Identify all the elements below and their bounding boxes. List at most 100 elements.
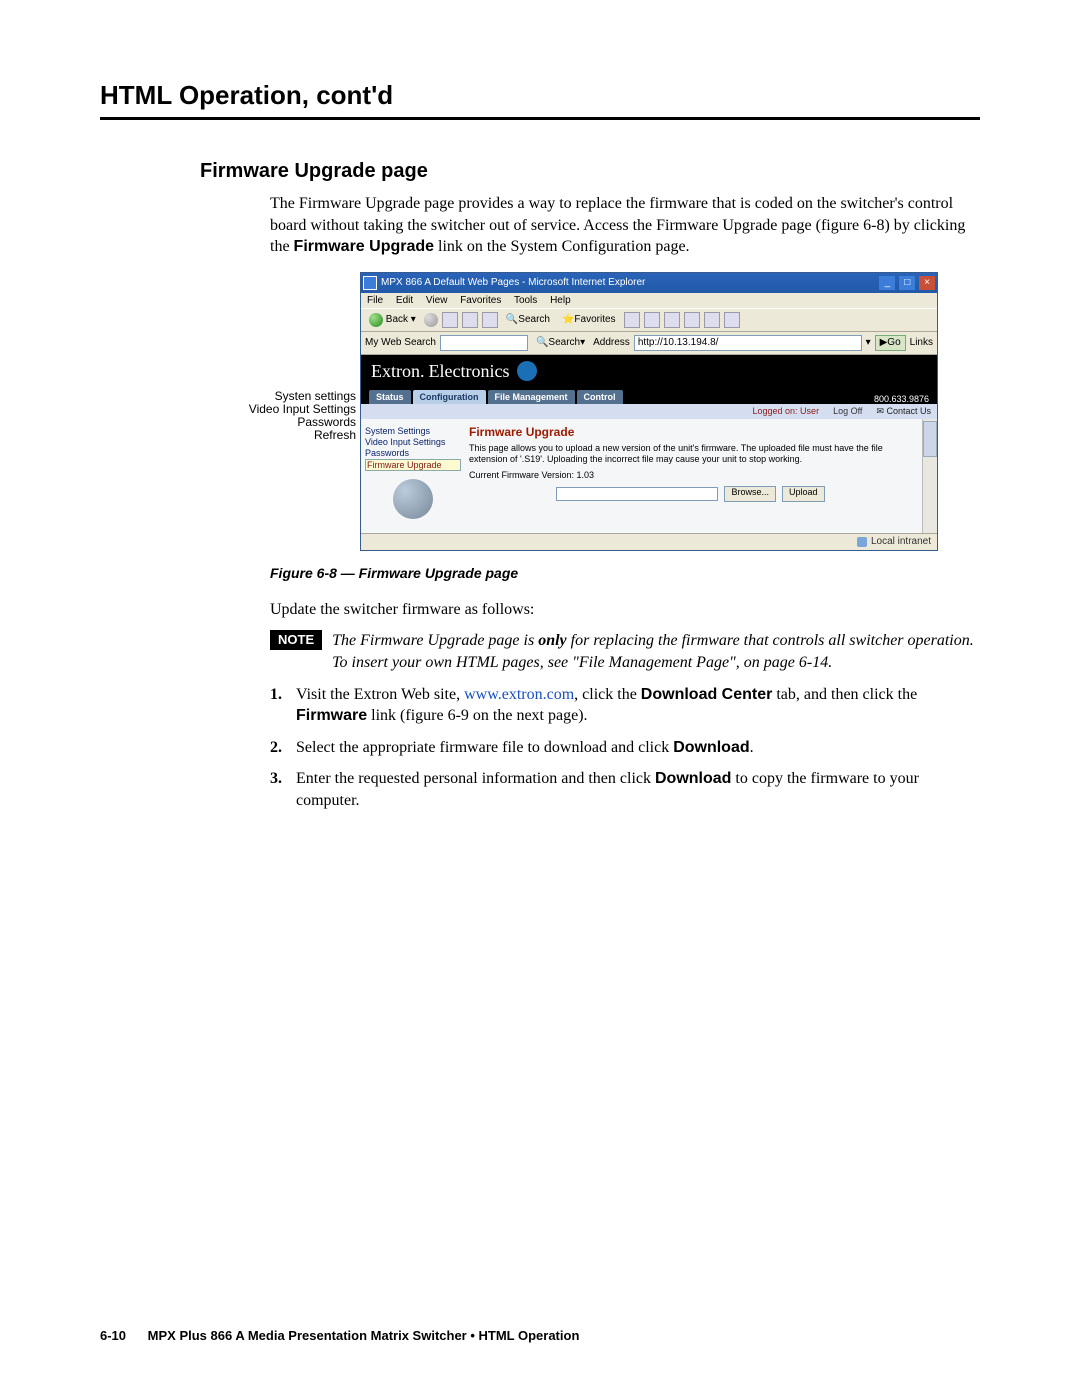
history-button[interactable] — [644, 312, 660, 328]
step-3-a: Enter the requested personal information… — [296, 770, 655, 787]
menu-view[interactable]: View — [426, 295, 448, 306]
download-bold-3: Download — [655, 770, 731, 787]
upload-form: Browse... Upload — [469, 486, 912, 502]
logged-on-label: Logged on: User — [753, 406, 820, 417]
address-input[interactable]: http://10.13.194.8/ — [634, 335, 862, 351]
step-2-number: 2. — [270, 737, 296, 759]
step-1-d: link (figure 6-9 on the next page). — [367, 707, 587, 724]
step-3: 3. Enter the requested personal informat… — [270, 768, 980, 811]
discuss-button[interactable] — [724, 312, 740, 328]
back-label: Back — [386, 314, 408, 325]
step-2-b: . — [750, 739, 754, 756]
home-button[interactable] — [482, 312, 498, 328]
step-2: 2. Select the appropriate firmware file … — [270, 737, 980, 759]
note-text: The Firmware Upgrade page is only for re… — [332, 630, 980, 673]
file-path-input[interactable] — [556, 487, 718, 501]
mail-button[interactable] — [664, 312, 680, 328]
maximize-button[interactable]: □ — [899, 276, 915, 290]
zone-icon — [857, 537, 867, 547]
step-3-text: Enter the requested personal information… — [296, 768, 980, 811]
menu-file[interactable]: File — [367, 295, 383, 306]
go-button[interactable]: ▶ Go — [875, 335, 906, 351]
firmware-version-label: Current Firmware Version: 1.03 — [469, 470, 912, 480]
contact-us-link[interactable]: ✉ Contact Us — [876, 406, 931, 417]
menu-help[interactable]: Help — [550, 295, 571, 306]
ie-icon — [363, 276, 377, 290]
scrollbar-thumb[interactable] — [923, 421, 937, 457]
search-button[interactable]: 🔍 Search — [502, 311, 554, 329]
extron-link[interactable]: www.extron.com — [464, 686, 574, 703]
mywebsearch-label: My Web Search — [365, 337, 436, 348]
browser-window: MPX 866 A Default Web Pages - Microsoft … — [360, 272, 938, 551]
forward-button[interactable] — [424, 313, 438, 327]
browse-button[interactable]: Browse... — [724, 486, 776, 502]
favorites-label: Favorites — [574, 314, 615, 325]
figure-6-8: Systen settings Video Input Settings Pas… — [230, 272, 980, 551]
menu-edit[interactable]: Edit — [396, 295, 413, 306]
security-zone-label: Local intranet — [871, 536, 931, 547]
download-bold-2: Download — [673, 739, 749, 756]
brand-name: Extron — [371, 361, 420, 382]
tab-control[interactable]: Control — [577, 390, 623, 404]
title-bar: MPX 866 A Default Web Pages - Microsoft … — [361, 273, 937, 293]
note-only: only — [538, 632, 566, 649]
info-strip: Logged on: User Log Off ✉ Contact Us — [361, 404, 937, 419]
tab-configuration[interactable]: Configuration — [413, 390, 486, 404]
links-label[interactable]: Links — [910, 337, 933, 348]
address-dropdown[interactable]: ▾ — [866, 337, 871, 348]
close-button[interactable]: × — [919, 276, 935, 290]
note-pre: The Firmware Upgrade page is — [332, 632, 538, 649]
psearch-button[interactable]: 🔍Search ▾ — [532, 334, 589, 352]
step-2-a: Select the appropriate firmware file to … — [296, 739, 673, 756]
page-footer: 6-10 MPX Plus 866 A Media Presentation M… — [100, 1328, 980, 1343]
tab-status[interactable]: Status — [369, 390, 411, 404]
refresh-button[interactable] — [462, 312, 478, 328]
psearch-label: Search — [548, 337, 580, 348]
window-buttons: _ □ × — [878, 276, 935, 290]
step-1-a: Visit the Extron Web site, — [296, 686, 464, 703]
globe-icon — [393, 479, 433, 519]
favorites-button[interactable]: ⭐ Favorites — [558, 311, 620, 329]
steps-list: 1. Visit the Extron Web site, www.extron… — [270, 684, 980, 812]
print-button[interactable] — [684, 312, 700, 328]
phone-number: 800.633.9876 — [874, 394, 929, 404]
sidebar-item-video-input-settings[interactable]: Video Input Settings — [365, 437, 461, 447]
sidebar-item-passwords[interactable]: Passwords — [365, 448, 461, 458]
sidebar-item-firmware-upgrade[interactable]: Firmware Upgrade — [365, 459, 461, 471]
sidebar-item-system-settings[interactable]: System Settings — [365, 426, 461, 436]
menu-tools[interactable]: Tools — [514, 295, 537, 306]
intro-text-b: link on the System Configuration page. — [434, 238, 690, 255]
minimize-button[interactable]: _ — [879, 276, 895, 290]
toolbar: Back ▾ 🔍 Search ⭐ Favorites — [361, 308, 937, 332]
download-center-bold: Download Center — [641, 686, 773, 703]
note-badge: NOTE — [270, 630, 322, 650]
contact-label: Contact Us — [886, 406, 931, 416]
window-title: MPX 866 A Default Web Pages - Microsoft … — [381, 277, 878, 288]
tab-file-management[interactable]: File Management — [488, 390, 575, 404]
sidebar: System Settings Video Input Settings Pas… — [361, 419, 465, 533]
main-panel: Firmware Upgrade This page allows you to… — [465, 419, 922, 533]
back-button[interactable]: Back ▾ — [365, 311, 420, 329]
callout-labels: Systen settings Video Input Settings Pas… — [230, 390, 356, 443]
brand-sub: Electronics — [429, 361, 510, 382]
callout-refresh: Refresh — [230, 429, 356, 442]
address-value: http://10.13.194.8/ — [638, 337, 719, 348]
mywebsearch-input[interactable] — [440, 335, 528, 351]
edit-button[interactable] — [704, 312, 720, 328]
step-1-number: 1. — [270, 684, 296, 727]
upload-button[interactable]: Upload — [782, 486, 825, 502]
step-2-text: Select the appropriate firmware file to … — [296, 737, 754, 759]
nav-tabs: Status Configuration File Management Con… — [361, 386, 937, 404]
logoff-link[interactable]: Log Off — [833, 406, 862, 417]
firmware-bold: Firmware — [296, 707, 367, 724]
brand-dot: . — [420, 361, 425, 382]
figure-caption: Figure 6-8 — Firmware Upgrade page — [270, 565, 980, 581]
search-toolbar: My Web Search 🔍Search ▾ Address http://1… — [361, 332, 937, 355]
stop-button[interactable] — [442, 312, 458, 328]
scrollbar[interactable] — [922, 419, 937, 533]
media-button[interactable] — [624, 312, 640, 328]
step-1: 1. Visit the Extron Web site, www.extron… — [270, 684, 980, 727]
back-icon — [369, 313, 383, 327]
step-1-b: , click the — [574, 686, 641, 703]
menu-favorites[interactable]: Favorites — [460, 295, 501, 306]
